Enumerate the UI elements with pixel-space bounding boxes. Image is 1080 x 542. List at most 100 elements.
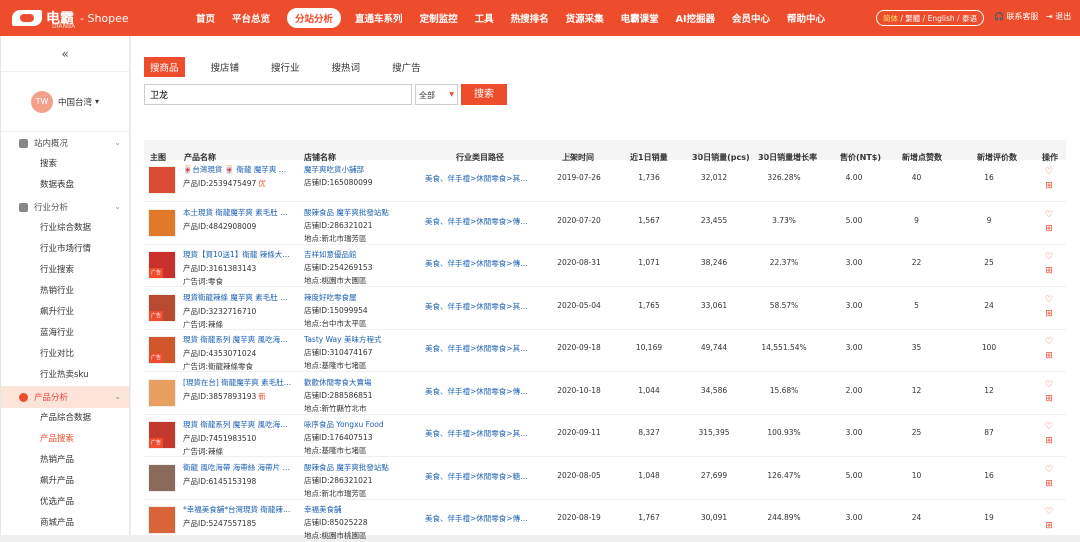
- shop-name-link[interactable]: 咏序食品 Yongxu Food: [304, 419, 404, 430]
- category-path-link[interactable]: 美食、伴手禮>休閒零食>糖果、...: [425, 471, 535, 482]
- heart-icon[interactable]: ♡: [1041, 463, 1057, 477]
- product-thumbnail[interactable]: [148, 166, 176, 194]
- sidebar-item[interactable]: 行业搜索: [1, 260, 129, 281]
- cart-icon[interactable]: ⊞: [1041, 349, 1057, 363]
- sort-icon[interactable]: ⇕: [981, 152, 987, 160]
- heart-icon[interactable]: ♡: [1041, 420, 1057, 434]
- shop-name-link[interactable]: 辣度好吃零食屋: [304, 292, 404, 303]
- cart-icon[interactable]: ⊞: [1041, 434, 1057, 448]
- sidebar-item[interactable]: 数据表盘: [1, 175, 129, 196]
- logo[interactable]: 电霸 DIANBA - Shopee: [12, 9, 129, 30]
- search-scope-select[interactable]: 全部 ▼: [415, 84, 458, 105]
- sidebar-group[interactable]: 站内概况 ⌄: [1, 132, 129, 154]
- nav-item[interactable]: 热搜排名: [511, 11, 549, 25]
- sort-icon[interactable]: ⇕: [696, 152, 702, 160]
- sidebar-item[interactable]: 热销产品: [1, 450, 129, 471]
- heart-icon[interactable]: ♡: [1041, 335, 1057, 349]
- cart-icon[interactable]: ⊞: [1041, 179, 1057, 193]
- heart-icon[interactable]: ♡: [1041, 250, 1057, 264]
- sidebar-item[interactable]: 行业综合数据: [1, 218, 129, 239]
- sidebar-item[interactable]: 产品搜索: [1, 429, 129, 450]
- heart-icon[interactable]: ♡: [1041, 208, 1057, 222]
- shop-name-link[interactable]: 吉祥如意優品館: [304, 249, 404, 260]
- product-name-link[interactable]: *幸福美食舖*台灣現貨 衛龍辣條...: [183, 504, 293, 515]
- product-name-link[interactable]: [現貨在台] 衛龍魔芋爽 素毛肚 魔...: [183, 377, 293, 388]
- nav-item[interactable]: 分站分析: [287, 8, 342, 28]
- nav-item[interactable]: 货源采集: [566, 11, 604, 25]
- category-path-link[interactable]: 美食、伴手禮>休閒零食>傳統零...: [425, 386, 535, 397]
- nav-item[interactable]: 会员中心: [732, 11, 770, 25]
- product-thumbnail[interactable]: 广告: [148, 336, 176, 364]
- product-thumbnail[interactable]: [148, 378, 176, 407]
- category-path-link[interactable]: 美食、伴手禮>休閒零食>其他休...: [425, 173, 535, 184]
- heart-icon[interactable]: ♡: [1041, 378, 1057, 392]
- sidebar-item[interactable]: 行业市场行情: [1, 239, 129, 260]
- shop-name-link[interactable]: 歡歡休閒零食大賣場: [304, 377, 404, 388]
- tab[interactable]: 搜广告: [386, 57, 427, 77]
- tab[interactable]: 搜店铺: [205, 57, 246, 77]
- cart-icon[interactable]: ⊞: [1041, 519, 1057, 533]
- sort-icon[interactable]: ⇕: [566, 152, 572, 160]
- cart-icon[interactable]: ⊞: [1041, 222, 1057, 236]
- product-name-link[interactable]: 現貨 衛龍系列 魔芋爽 風吃海帶...: [183, 334, 293, 345]
- sort-icon[interactable]: ⇕: [906, 152, 912, 160]
- product-thumbnail[interactable]: 广告: [148, 293, 176, 322]
- tab[interactable]: 搜热词: [326, 57, 367, 77]
- product-name-link[interactable]: 現貨 衛龍系列 魔芋爽 風吃海帶...: [183, 419, 293, 430]
- search-input[interactable]: [144, 84, 412, 105]
- region-selector[interactable]: TW 中国台湾 ▾: [1, 72, 129, 132]
- product-thumbnail[interactable]: 广告: [148, 421, 176, 449]
- sidebar-group[interactable]: 行业分析 ⌄: [1, 196, 129, 218]
- sort-icon[interactable]: ⇕: [634, 152, 640, 160]
- sort-icon[interactable]: ⇕: [844, 152, 850, 160]
- product-thumbnail[interactable]: 广告: [148, 251, 176, 279]
- category-path-link[interactable]: 美食、伴手禮>休閒零食>傳統零...: [425, 513, 535, 524]
- cart-icon[interactable]: ⊞: [1041, 477, 1057, 491]
- product-name-link[interactable]: 本土現貨 衛龍魔芋爽 素毛肚 香辣...: [183, 207, 293, 218]
- product-name-link[interactable]: 現貨衛龍辣條 魔芋爽 素毛肚 親嘴...: [183, 292, 293, 303]
- heart-icon[interactable]: ♡: [1041, 293, 1057, 307]
- category-path-link[interactable]: 美食、伴手禮>休閒零食>其他休...: [425, 301, 535, 312]
- product-name-link[interactable]: 衛龍 風吃海帶 海帶絲 海帶片 道...: [183, 462, 293, 473]
- nav-item[interactable]: 电霸课堂: [621, 11, 659, 25]
- lang-others[interactable]: / 繁體 / English / 泰语: [898, 14, 977, 23]
- sidebar-item[interactable]: 优选产品: [1, 492, 129, 513]
- contact-support-link[interactable]: 🎧 联系客服: [994, 11, 1039, 22]
- cart-icon[interactable]: ⊞: [1041, 392, 1057, 406]
- product-thumbnail[interactable]: [148, 463, 176, 492]
- sidebar-item[interactable]: 行业热卖sku: [1, 365, 129, 386]
- sidebar-item[interactable]: 行业对比: [1, 344, 129, 365]
- sidebar-group[interactable]: 产品分析 ⌄: [1, 386, 129, 408]
- cart-icon[interactable]: ⊞: [1041, 307, 1057, 321]
- category-path-link[interactable]: 美食、伴手禮>休閒零食>其他休...: [425, 428, 535, 439]
- cart-icon[interactable]: ⊞: [1041, 264, 1057, 278]
- collapse-sidebar-button[interactable]: «: [1, 36, 129, 72]
- heart-icon[interactable]: ♡: [1041, 165, 1057, 179]
- lang-active[interactable]: 简体: [883, 14, 898, 23]
- tab[interactable]: 搜行业: [265, 57, 306, 77]
- shop-name-link[interactable]: 酸辣食品 魔芋爽批發站點: [304, 462, 404, 473]
- shop-name-link[interactable]: 幸福美食舖: [304, 504, 404, 515]
- nav-item[interactable]: 直通车系列: [355, 11, 403, 25]
- sidebar-item[interactable]: 商城产品: [1, 513, 129, 534]
- tab[interactable]: 搜商品: [144, 57, 185, 77]
- product-thumbnail[interactable]: [148, 506, 176, 534]
- product-name-link[interactable]: 現貨【買10送1】衛龍 辣條大辣棒...: [183, 249, 293, 260]
- nav-item[interactable]: AI挖掘器: [676, 11, 715, 25]
- sidebar-item[interactable]: 飙升行业: [1, 302, 129, 323]
- product-thumbnail[interactable]: [148, 208, 176, 237]
- shop-name-link[interactable]: 酸辣食品 魔芋爽批發站點: [304, 207, 404, 218]
- language-switcher[interactable]: 简体 / 繁體 / English / 泰语: [876, 10, 984, 26]
- nav-item[interactable]: 工具: [475, 11, 494, 25]
- sidebar-item[interactable]: 搜索: [1, 154, 129, 175]
- product-name-link[interactable]: 🀄台灣現貨 🀄 衛龍 魔芋爽 香辣...: [183, 164, 293, 175]
- nav-item[interactable]: 首页: [196, 11, 215, 25]
- sidebar-item[interactable]: 飙升产品: [1, 471, 129, 492]
- sort-icon[interactable]: ⇕: [762, 152, 768, 160]
- nav-item[interactable]: 定制监控: [420, 11, 458, 25]
- nav-item[interactable]: 帮助中心: [787, 11, 825, 25]
- shop-name-link[interactable]: Tasty Way 美味方程式: [304, 334, 404, 345]
- heart-icon[interactable]: ♡: [1041, 505, 1057, 519]
- sidebar-item[interactable]: 产品综合数据: [1, 408, 129, 429]
- logout-link[interactable]: ⇥ 退出: [1046, 11, 1071, 22]
